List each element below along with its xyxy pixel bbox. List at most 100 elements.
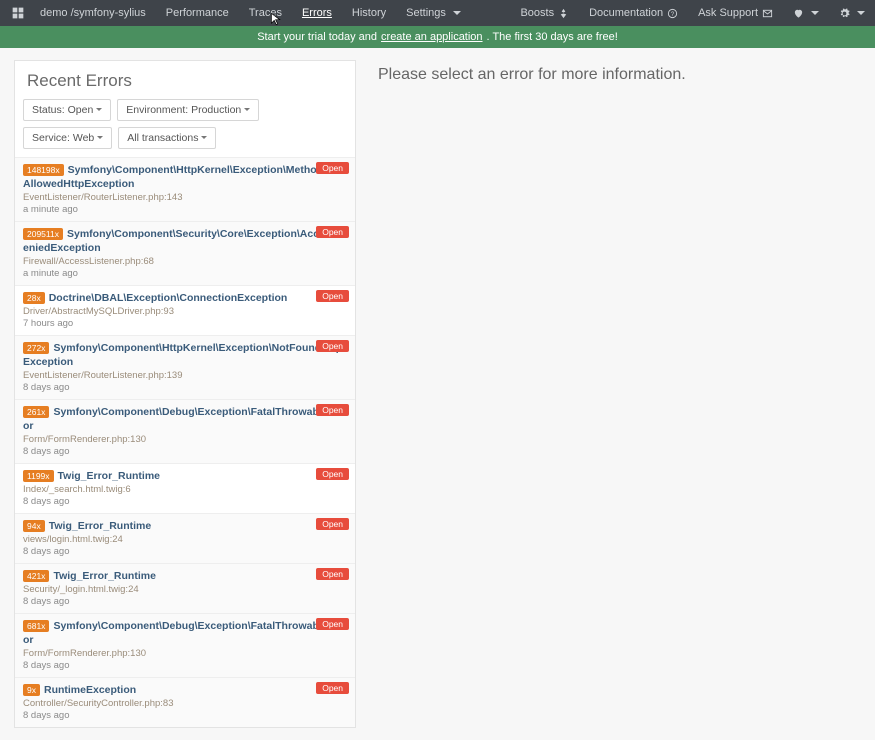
error-title: Symfony\Component\HttpKernel\Exception\N… [23, 342, 342, 368]
error-count-badge: 28x [23, 292, 45, 304]
error-status-badge[interactable]: Open [316, 290, 349, 302]
detail-pane: Please select an error for more informat… [374, 60, 861, 728]
error-source: EventListener/RouterListener.php:143 [23, 192, 347, 203]
error-status-badge[interactable]: Open [316, 682, 349, 694]
nav-errors[interactable]: Errors [302, 7, 332, 19]
error-title: RuntimeException [44, 684, 136, 696]
filter-status[interactable]: Status: Open [23, 99, 111, 121]
nav-history[interactable]: History [352, 7, 386, 19]
error-title: Symfony\Component\HttpKernel\Exception\M… [23, 164, 341, 190]
filter-env-label: Environment: Production [126, 104, 241, 116]
error-count-badge: 148198x [23, 164, 64, 176]
error-count-badge: 1199x [23, 470, 54, 482]
error-time: 8 days ago [23, 596, 347, 607]
filters-row: Status: Open Environment: Production Ser… [15, 95, 355, 157]
error-time: 8 days ago [23, 546, 347, 557]
nav-documentation[interactable]: Documentation ? [589, 7, 678, 19]
filter-service[interactable]: Service: Web [23, 127, 112, 149]
nav-boosts-label: Boosts [520, 7, 554, 19]
error-time: 8 days ago [23, 710, 347, 721]
error-time: 8 days ago [23, 660, 347, 671]
error-count-badge: 681x [23, 620, 49, 632]
error-source: views/login.html.twig:24 [23, 534, 347, 545]
error-time: 8 days ago [23, 382, 347, 393]
error-time: a minute ago [23, 268, 347, 279]
error-title: Twig_Error_Runtime [49, 520, 152, 532]
error-source: EventListener/RouterListener.php:139 [23, 370, 347, 381]
error-status-badge[interactable]: Open [316, 568, 349, 580]
detail-placeholder: Please select an error for more informat… [378, 66, 857, 84]
error-row[interactable]: 261xSymfony\Component\Debug\Exception\Fa… [15, 399, 355, 463]
error-source: Form/FormRenderer.php:130 [23, 434, 347, 445]
error-row[interactable]: 148198xSymfony\Component\HttpKernel\Exce… [15, 157, 355, 221]
error-row[interactable]: 1199x Twig_Error_Runtime Open Index/_search… [15, 463, 355, 513]
error-source: Controller/SecurityController.php:83 [23, 698, 347, 709]
error-row[interactable]: 28x Doctrine\DBAL\Exception\ConnectionExc… [15, 285, 355, 335]
brand-logo[interactable] [10, 5, 26, 21]
recent-errors-panel: Recent Errors Status: Open Environment: … [14, 60, 356, 728]
chevron-down-icon [94, 132, 103, 144]
chevron-down-icon [93, 104, 102, 116]
error-title: Symfony\Component\Security\Core\Exceptio… [23, 228, 344, 254]
error-count-badge: 209511x [23, 228, 63, 240]
panel-title: Recent Errors [15, 61, 355, 95]
error-row[interactable]: 681xSymfony\Component\Debug\Exception\Fa… [15, 613, 355, 677]
error-source: Index/_search.html.twig:6 [23, 484, 347, 495]
error-status-badge[interactable]: Open [316, 468, 349, 480]
error-count-badge: 9x [23, 684, 40, 696]
filter-tx-label: All transactions [127, 132, 198, 144]
filter-transactions[interactable]: All transactions [118, 127, 216, 149]
error-title: Doctrine\DBAL\Exception\ConnectionExcept… [49, 292, 288, 304]
error-row[interactable]: 421x Twig_Error_Runtime Open Security/_logi… [15, 563, 355, 613]
filter-service-label: Service: Web [32, 132, 94, 144]
error-list: 148198xSymfony\Component\HttpKernel\Exce… [15, 157, 355, 727]
nav-performance[interactable]: Performance [166, 7, 229, 19]
error-title: Symfony\Component\Debug\Exception\FatalT… [23, 406, 343, 432]
error-row[interactable]: 9x RuntimeException Open Controller/Securit… [15, 677, 355, 727]
help-icon: ? [667, 8, 678, 19]
error-status-badge[interactable]: Open [316, 226, 349, 238]
error-title: Twig_Error_Runtime [53, 570, 156, 582]
mail-icon [762, 8, 773, 19]
filter-status-label: Status: Open [32, 104, 93, 116]
error-time: 8 days ago [23, 446, 347, 457]
chevron-down-icon [198, 132, 207, 144]
filter-environment[interactable]: Environment: Production [117, 99, 259, 121]
error-count-badge: 261x [23, 406, 49, 418]
error-time: 7 hours ago [23, 318, 347, 329]
trial-banner: Start your trial today and create an app… [0, 26, 875, 48]
nav-support[interactable]: Ask Support [698, 7, 773, 19]
breadcrumb[interactable]: demo /symfony-sylius [40, 7, 146, 19]
banner-post: . The first 30 days are free! [487, 31, 618, 43]
gear-icon [839, 8, 850, 19]
error-title: Symfony\Component\Debug\Exception\FatalT… [23, 620, 343, 646]
error-count-badge: 94x [23, 520, 45, 532]
error-count-badge: 272x [23, 342, 49, 354]
error-status-badge[interactable]: Open [316, 618, 349, 630]
error-time: a minute ago [23, 204, 347, 215]
top-nav: demo /symfony-sylius Performance Traces … [0, 0, 875, 26]
error-source: Firewall/AccessListener.php:68 [23, 256, 347, 267]
error-row[interactable]: 209511xSymfony\Component\Security\Core\E… [15, 221, 355, 285]
nav-boosts[interactable]: Boosts [520, 7, 569, 19]
banner-link[interactable]: create an application [381, 31, 483, 43]
error-status-badge[interactable]: Open [316, 340, 349, 352]
error-status-badge[interactable]: Open [316, 162, 349, 174]
error-status-badge[interactable]: Open [316, 518, 349, 530]
nav-settings[interactable]: Settings [406, 7, 461, 19]
error-status-badge[interactable]: Open [316, 404, 349, 416]
error-source: Form/FormRenderer.php:130 [23, 648, 347, 659]
error-time: 8 days ago [23, 496, 347, 507]
banner-pre: Start your trial today and [257, 31, 377, 43]
error-title: Twig_Error_Runtime [58, 470, 161, 482]
settings-gear-dropdown[interactable] [839, 8, 865, 19]
error-row[interactable]: 94x Twig_Error_Runtime Open views/login.htm… [15, 513, 355, 563]
heart-icon [793, 8, 804, 19]
nav-traces[interactable]: Traces [249, 7, 282, 19]
error-source: Security/_login.html.twig:24 [23, 584, 347, 595]
chevron-down-icon [241, 104, 250, 116]
feedback-dropdown[interactable] [793, 8, 819, 19]
error-row[interactable]: 272xSymfony\Component\HttpKernel\Excepti… [15, 335, 355, 399]
rocket-icon [558, 8, 569, 19]
error-count-badge: 421x [23, 570, 49, 582]
